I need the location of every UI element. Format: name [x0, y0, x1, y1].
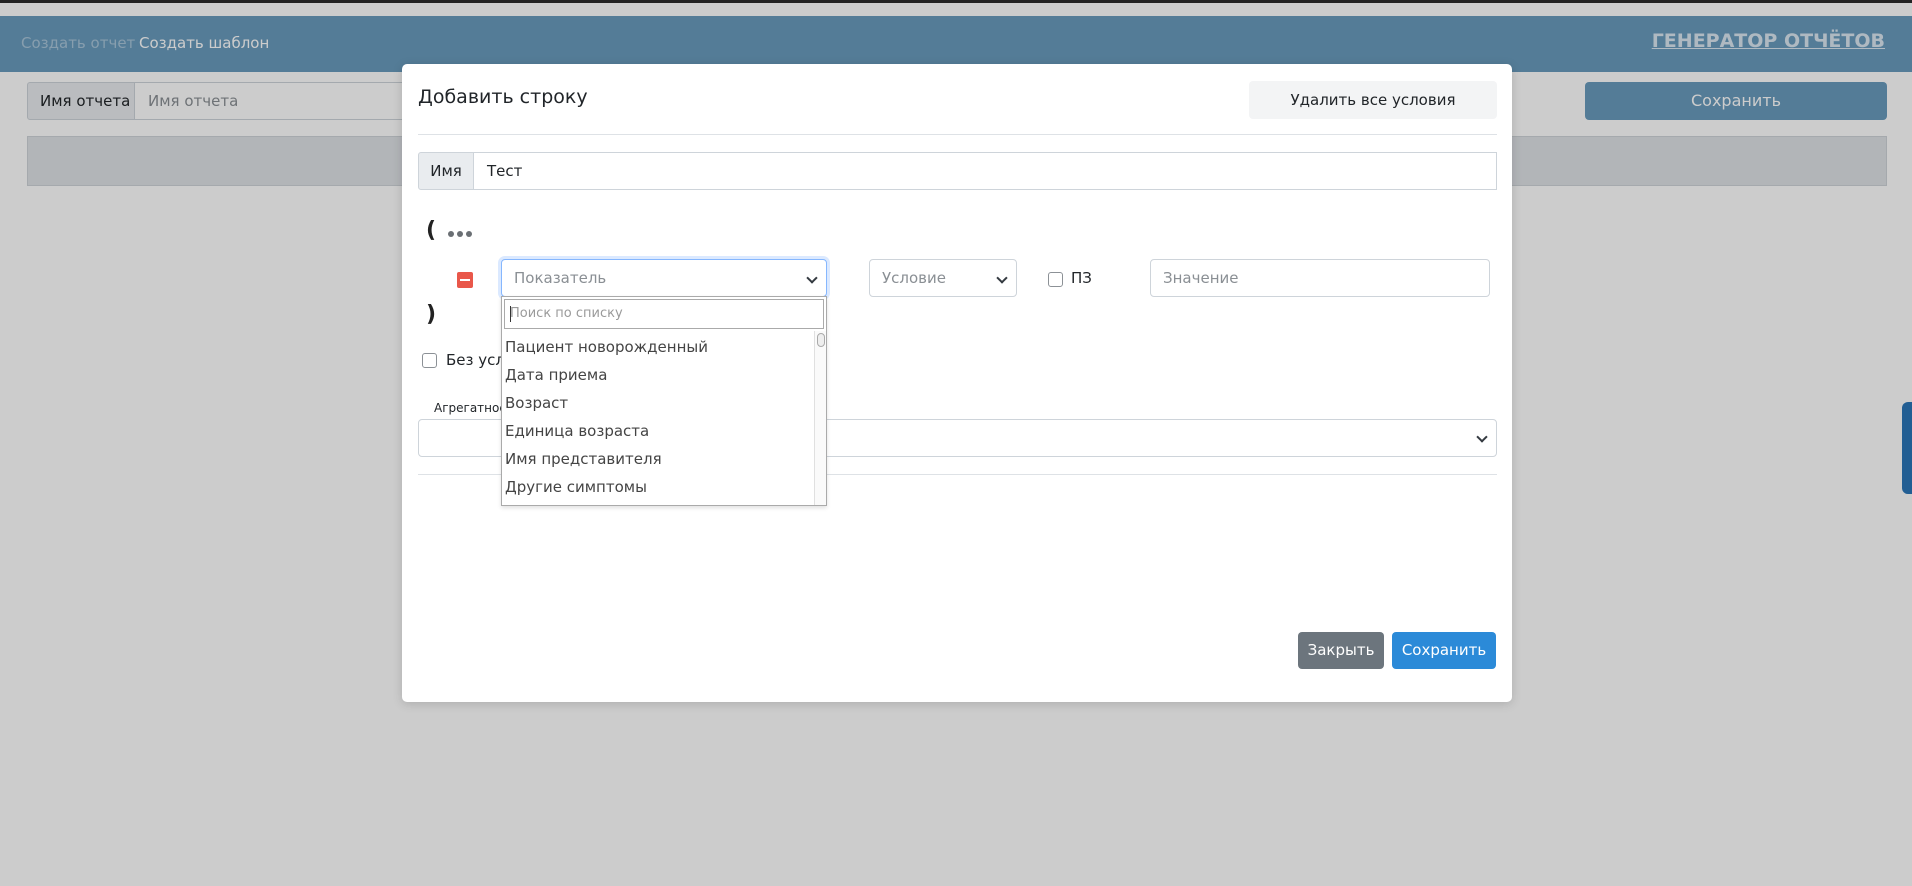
dropdown-item[interactable]: Имя представителя: [502, 445, 813, 473]
close-button[interactable]: Закрыть: [1298, 632, 1384, 669]
condition-select-text: Условие: [882, 269, 946, 287]
scrollbar-thumb[interactable]: [817, 333, 825, 347]
row-name-input[interactable]: Тест: [474, 152, 1497, 190]
dropdown-item[interactable]: Другие симптомы: [502, 473, 813, 501]
dropdown-search-input[interactable]: Поиск по списку: [504, 299, 824, 329]
modal-header-divider: [418, 134, 1497, 135]
row-name-label: Имя: [418, 152, 474, 190]
pz-checkbox[interactable]: [1048, 272, 1063, 287]
dropdown-item[interactable]: Пациент новорожденный: [502, 333, 813, 361]
condition-select[interactable]: Условие: [869, 259, 1017, 297]
indicator-select-text: Показатель: [514, 269, 607, 287]
close-paren: ): [426, 302, 437, 327]
dropdown-item[interactable]: Дата приема: [502, 361, 813, 389]
row-name-group: Имя Тест: [418, 152, 1497, 190]
dropdown-item[interactable]: Возраст: [502, 389, 813, 417]
indicator-dropdown: Поиск по списку Пациент новорожденный Да…: [501, 296, 827, 506]
delete-all-conditions-button[interactable]: Удалить все условия: [1249, 81, 1497, 119]
dropdown-scrollbar[interactable]: [814, 331, 826, 505]
aggregate-label: Агрегатное: [434, 401, 507, 415]
no-conditions-checkbox[interactable]: [422, 353, 437, 368]
indicator-select[interactable]: Показатель: [501, 259, 827, 297]
chevron-down-icon: [806, 272, 818, 284]
value-input[interactable]: Значение: [1150, 259, 1490, 297]
save-button[interactable]: Сохранить: [1392, 632, 1496, 669]
chevron-down-icon: [996, 272, 1008, 284]
more-options-icon[interactable]: [448, 230, 472, 238]
open-paren: (: [426, 218, 437, 243]
dropdown-list: Пациент новорожденный Дата приема Возрас…: [502, 333, 813, 505]
modal-title: Добавить строку: [418, 86, 588, 108]
remove-condition-icon[interactable]: [457, 272, 473, 288]
chevron-down-icon: [1476, 431, 1488, 443]
pz-label: ПЗ: [1071, 269, 1092, 287]
dropdown-item[interactable]: Единица возраста: [502, 417, 813, 445]
